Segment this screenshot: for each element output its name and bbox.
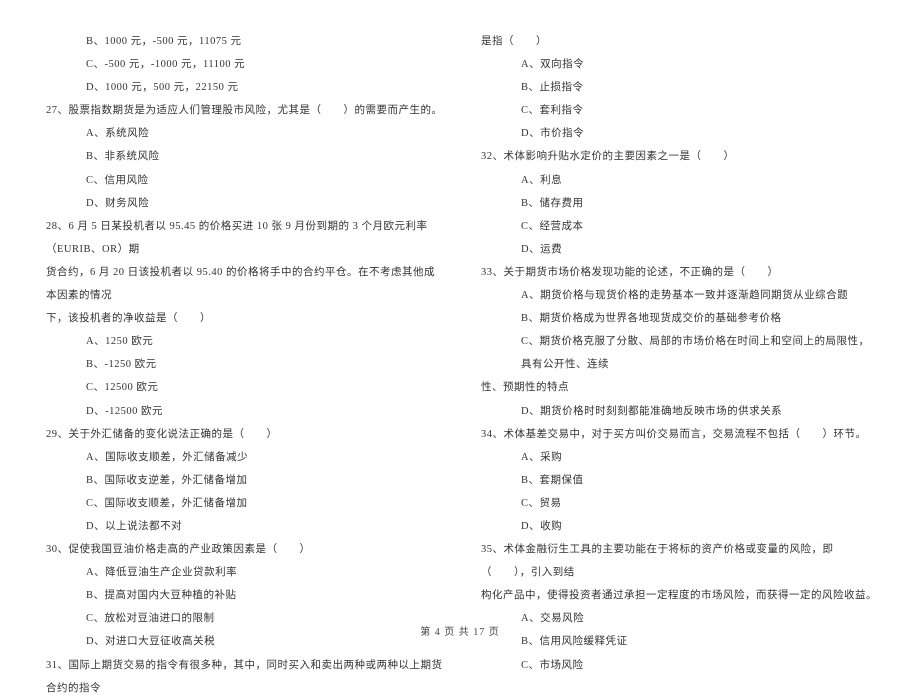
q33-option-d: D、期货价格时时刻刻都能准确地反映市场的供求关系 [475, 400, 880, 423]
q30-option-a: A、降低豆油生产企业贷款利率 [40, 561, 445, 584]
q33-option-a: A、期货价格与现货价格的走势基本一致并逐渐趋同期货从业综合题 [475, 284, 880, 307]
q32-option-a: A、利息 [475, 169, 880, 192]
page-footer: 第 4 页 共 17 页 [0, 623, 920, 638]
q29-option-b: B、国际收支逆差，外汇储备增加 [40, 469, 445, 492]
q31-stem: 31、国际上期货交易的指令有很多种，其中，同时买入和卖出两种或两种以上期货合约的… [40, 654, 445, 700]
q31-stem-cont: 是指（ ） [475, 30, 880, 53]
q33-option-c-line2: 性、预期性的特点 [475, 376, 880, 399]
left-column: B、1000 元，-500 元，11075 元 C、-500 元，-1000 元… [40, 30, 445, 580]
q27-option-a: A、系统风险 [40, 122, 445, 145]
q27-option-c: C、信用风险 [40, 169, 445, 192]
q34-option-b: B、套期保值 [475, 469, 880, 492]
q34-option-a: A、采购 [475, 446, 880, 469]
q34-option-c: C、贸易 [475, 492, 880, 515]
q31-option-a: A、双向指令 [475, 53, 880, 76]
q28-stem-line3: 下，该投机者的净收益是（ ） [40, 307, 445, 330]
q33-option-b: B、期货价格成为世界各地现货成交价的基础参考价格 [475, 307, 880, 330]
q32-option-b: B、储存费用 [475, 192, 880, 215]
q28-stem-line1: 28、6 月 5 日某投机者以 95.45 的价格买进 10 张 9 月份到期的… [40, 215, 445, 261]
q28-option-d: D、-12500 欧元 [40, 400, 445, 423]
q26-option-d: D、1000 元，500 元，22150 元 [40, 76, 445, 99]
q27-option-b: B、非系统风险 [40, 145, 445, 168]
q33-stem: 33、关于期货市场价格发现功能的论述，不正确的是（ ） [475, 261, 880, 284]
q27-stem: 27、股票指数期货是为适应人们管理股市风险，尤其是（ ）的需要而产生的。 [40, 99, 445, 122]
q32-option-c: C、经营成本 [475, 215, 880, 238]
q28-option-b: B、-1250 欧元 [40, 353, 445, 376]
q33-option-c-line1: C、期货价格克服了分散、局部的市场价格在时间上和空间上的局限性，具有公开性、连续 [475, 330, 880, 376]
right-column: 是指（ ） A、双向指令 B、止损指令 C、套利指令 D、市价指令 32、术体影… [475, 30, 880, 580]
q28-stem-line2: 货合约，6 月 20 日该投机者以 95.40 的价格将手中的合约平仓。在不考虑… [40, 261, 445, 307]
q34-option-d: D、收购 [475, 515, 880, 538]
q30-option-b: B、提高对国内大豆种植的补贴 [40, 584, 445, 607]
page-container: B、1000 元，-500 元，11075 元 C、-500 元，-1000 元… [0, 0, 920, 620]
q32-stem: 32、术体影响升贴水定价的主要因素之一是（ ） [475, 145, 880, 168]
q31-option-d: D、市价指令 [475, 122, 880, 145]
q27-option-d: D、财务风险 [40, 192, 445, 215]
q26-option-c: C、-500 元，-1000 元，11100 元 [40, 53, 445, 76]
q29-option-a: A、国际收支顺差，外汇储备减少 [40, 446, 445, 469]
q31-option-b: B、止损指令 [475, 76, 880, 99]
q35-stem-line2: 构化产品中，使得投资者通过承担一定程度的市场风险，而获得一定的风险收益。 [475, 584, 880, 607]
q28-option-a: A、1250 欧元 [40, 330, 445, 353]
q32-option-d: D、运费 [475, 238, 880, 261]
q29-option-d: D、以上说法都不对 [40, 515, 445, 538]
q35-option-c: C、市场风险 [475, 654, 880, 677]
q28-option-c: C、12500 欧元 [40, 376, 445, 399]
q30-stem: 30、促使我国豆油价格走高的产业政策因素是（ ） [40, 538, 445, 561]
q26-option-b: B、1000 元，-500 元，11075 元 [40, 30, 445, 53]
q31-option-c: C、套利指令 [475, 99, 880, 122]
q34-stem: 34、术体基差交易中，对于买方叫价交易而言，交易流程不包括（ ）环节。 [475, 423, 880, 446]
q29-stem: 29、关于外汇储备的变化说法正确的是（ ） [40, 423, 445, 446]
q29-option-c: C、国际收支顺差，外汇储备增加 [40, 492, 445, 515]
q35-stem-line1: 35、术体金融衍生工具的主要功能在于将标的资产价格或变量的风险，即（ ），引入到… [475, 538, 880, 584]
